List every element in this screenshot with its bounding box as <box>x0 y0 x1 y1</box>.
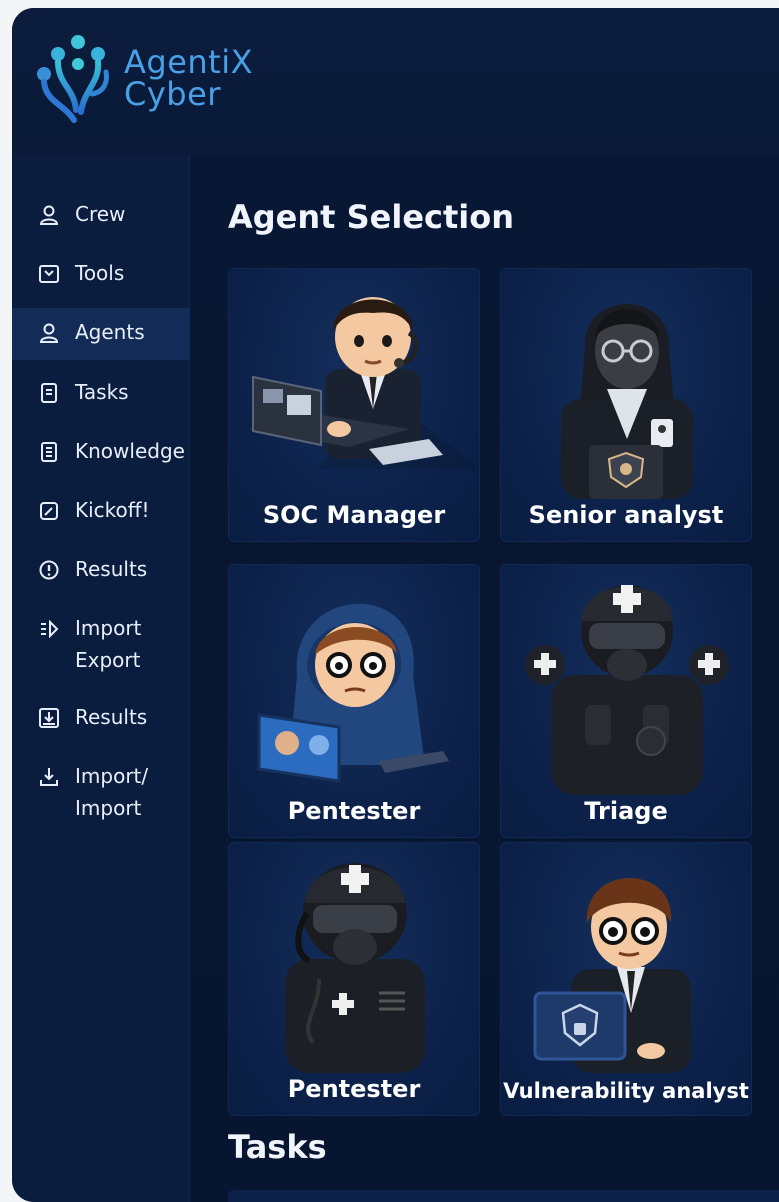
sidebar: Crew Tools Agents Tasks Knowledge Kickof… <box>12 156 190 1202</box>
agent-name: Triage <box>584 797 668 825</box>
vulnerability-analyst-avatar <box>533 878 691 1073</box>
sidebar-item-label: Import Export <box>75 612 141 676</box>
brand-name: AgentiX Cyber <box>124 46 253 110</box>
tasks-section-title: Tasks <box>228 1128 327 1166</box>
agent-name: Vulnerability analyst <box>503 1079 749 1103</box>
agent-card-pentester[interactable]: Pentester <box>228 564 480 838</box>
info-circle-icon <box>39 560 59 580</box>
brand-line-2: Cyber <box>124 75 221 113</box>
soc-manager-avatar <box>249 297 479 469</box>
sidebar-item-label: Results <box>75 705 148 729</box>
sidebar-item-label-line-1: Import <box>75 616 142 640</box>
import-export-icon <box>41 619 59 639</box>
app-window: AgentiX Cyber Crew Tools Agents Tasks Kn… <box>12 8 779 1202</box>
sidebar-item-results-2[interactable]: Results <box>12 701 190 745</box>
document-lines-icon <box>41 442 57 462</box>
user-icon <box>39 205 59 225</box>
agentix-logo-icon <box>37 35 109 134</box>
sidebar-item-label: Results <box>75 557 148 581</box>
sidebar-item-label-line-2: Export <box>75 648 141 672</box>
sidebar-item-label: Agents <box>75 320 145 344</box>
download-box-icon <box>39 708 59 728</box>
agent-card-senior-analyst[interactable]: Senior analyst <box>500 268 752 542</box>
agent-name: SOC Manager <box>262 501 446 529</box>
sidebar-item-label: Tasks <box>75 380 129 404</box>
tasks-panel <box>228 1190 779 1202</box>
sidebar-item-kickoff[interactable]: Kickoff! <box>12 494 190 538</box>
sidebar-item-knowledge[interactable]: Knowledge <box>12 435 190 479</box>
tools-icon <box>39 265 59 283</box>
sidebar-item-label: Import/ Import <box>75 760 148 824</box>
user-icon <box>39 323 59 343</box>
sidebar-item-results[interactable]: Results <box>12 553 190 597</box>
agent-card-triage[interactable]: Triage <box>500 564 752 838</box>
sidebar-item-label: Knowledge <box>75 439 185 463</box>
hooded-pentester-avatar <box>257 603 449 783</box>
document-icon <box>41 383 57 403</box>
brand-line-1: AgentiX <box>124 43 254 81</box>
senior-analyst-avatar <box>561 304 693 499</box>
edit-icon <box>40 502 58 520</box>
sidebar-item-label-line-1: Import/ <box>75 764 149 788</box>
sidebar-item-tasks[interactable]: Tasks <box>12 376 190 420</box>
sidebar-item-tools[interactable]: Tools <box>12 257 190 301</box>
page-title: Agent Selection <box>228 198 515 236</box>
agent-name: Senior analyst <box>528 501 724 529</box>
main-content: Agent Selection SOC Manager Senior analy… <box>190 156 779 1202</box>
app-header: AgentiX Cyber <box>12 8 779 156</box>
sidebar-item-label: Crew <box>75 202 126 226</box>
agent-card-vulnerability-analyst[interactable]: Vulnerability analyst <box>500 842 752 1116</box>
sidebar-item-import-export[interactable]: Import Export <box>12 612 190 678</box>
triage-medic-avatar <box>525 585 729 795</box>
sidebar-item-label: Tools <box>75 261 125 285</box>
agent-card-pentester-2[interactable]: Pentester <box>228 842 480 1116</box>
sidebar-item-label-line-2: Import <box>75 796 142 820</box>
helmet-pentester-avatar <box>285 863 425 1073</box>
sidebar-item-agents[interactable]: Agents <box>12 308 190 360</box>
sidebar-item-crew[interactable]: Crew <box>12 198 190 242</box>
agent-name: Pentester <box>287 797 421 825</box>
agent-card-soc-manager[interactable]: SOC Manager <box>228 268 480 542</box>
download-icon <box>40 768 58 786</box>
agent-name: Pentester <box>287 1075 421 1103</box>
sidebar-item-import-import[interactable]: Import/ Import <box>12 760 190 826</box>
sidebar-item-label: Kickoff! <box>75 498 150 522</box>
